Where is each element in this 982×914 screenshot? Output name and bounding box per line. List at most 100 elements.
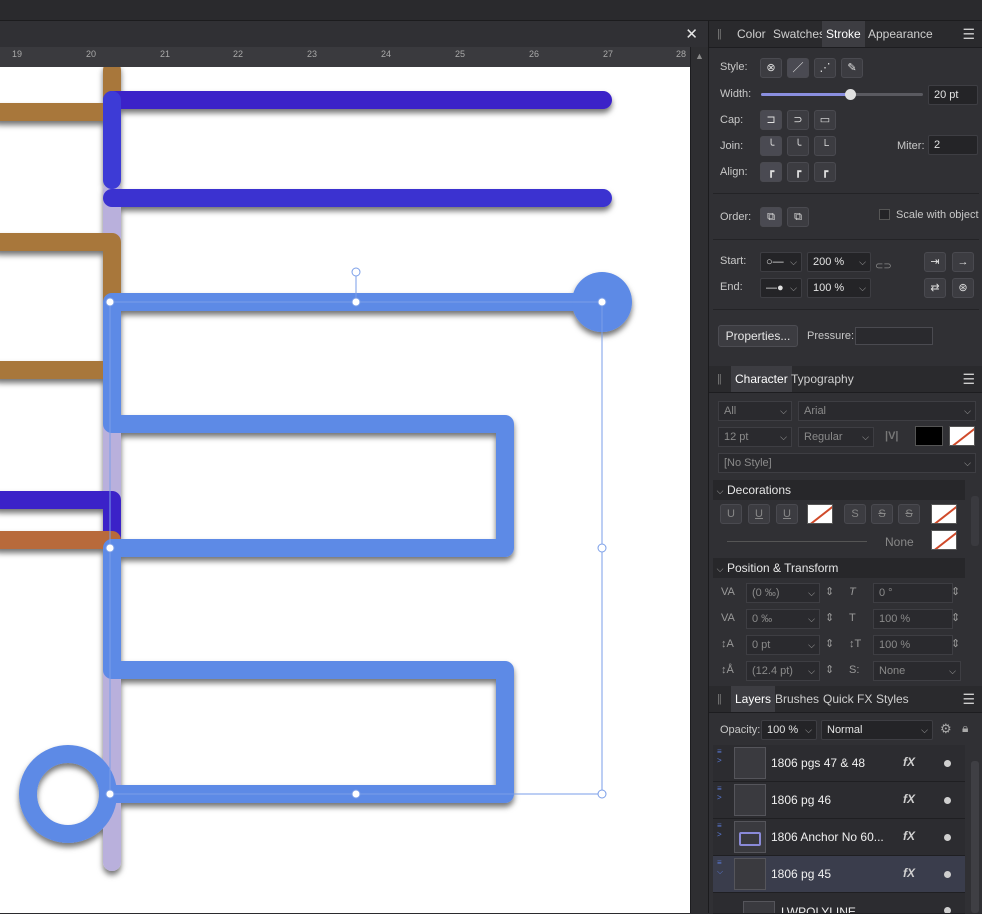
decorations-section-header[interactable]: ⌵ Decorations	[713, 480, 965, 500]
width-field[interactable]: 20 pt	[928, 85, 978, 105]
layer-expand-icon[interactable]: ≡ >	[717, 784, 722, 802]
link-arrowheads-icon[interactable]: ⊂⊃	[875, 261, 892, 272]
width-slider-thumb[interactable]	[845, 89, 856, 100]
position-transform-section-header[interactable]: ⌵ Position & Transform	[713, 558, 965, 578]
gear-icon[interactable]: ⚙	[940, 721, 952, 737]
strikethrough-color-swatch[interactable]	[931, 504, 957, 524]
underline-icon[interactable]: U	[720, 504, 742, 524]
underline-double-icon[interactable]: U	[748, 504, 770, 524]
tab-typography[interactable]: Typography	[787, 372, 858, 386]
arrowhead-reset-icon[interactable]: ⊛	[952, 278, 974, 298]
leading-field[interactable]: (12.4 pt) ⌵	[746, 661, 820, 681]
horizontal-scale-field[interactable]: 100 %	[873, 609, 953, 629]
layer-fx-icon[interactable]: fX	[903, 866, 915, 880]
layer-visibility-icon[interactable]	[944, 871, 951, 878]
scope-dropdown[interactable]: All ⌵	[718, 401, 792, 421]
layer-row[interactable]: ≡ > 1806 Anchor No 60... fX	[713, 819, 965, 856]
document-canvas[interactable]	[0, 67, 690, 913]
tab-quick-fx[interactable]: Quick FX	[819, 692, 876, 706]
layers-panel-scrollbar[interactable]	[971, 761, 979, 913]
layer-visibility-icon[interactable]	[944, 834, 951, 841]
tab-color[interactable]: Color	[733, 27, 770, 41]
miter-join-icon[interactable]: ╰	[760, 136, 782, 156]
underline-color-swatch[interactable]	[807, 504, 833, 524]
position-dropdown[interactable]: None ⌵	[873, 661, 961, 681]
strikethrough-double-icon[interactable]: S	[871, 504, 893, 524]
decoration-fill-swatch[interactable]	[931, 530, 957, 550]
butt-cap-icon[interactable]: ⊐	[760, 110, 782, 130]
layer-row-child[interactable]: LWPOLYLINE	[713, 893, 965, 914]
hscale-stepper-icon[interactable]: ⇕	[951, 611, 960, 624]
panel-grip-icon[interactable]: ||	[717, 693, 722, 705]
arrowhead-swap-icon[interactable]: ⇄	[924, 278, 946, 298]
scroll-up-arrow-icon[interactable]: ▲	[695, 51, 704, 61]
tab-layers[interactable]: Layers	[731, 686, 776, 712]
layer-row[interactable]: ≡ > 1806 pg 46 fX	[713, 782, 965, 819]
character-panel-scrollbar[interactable]	[971, 496, 979, 546]
solid-line-style-icon[interactable]: ／	[787, 58, 809, 78]
tab-styles[interactable]: Styles	[872, 692, 913, 706]
layer-fx-icon[interactable]: fX	[903, 755, 915, 769]
horizontal-ruler[interactable]: 19 20 21 22 23 24 25 26 27 28	[0, 47, 690, 68]
layer-visibility-icon[interactable]	[944, 797, 951, 804]
panel-menu-icon[interactable]: ☰	[962, 371, 975, 388]
lock-icon[interactable]: 🔒︎	[962, 721, 968, 736]
text-stroke-swatch[interactable]	[949, 426, 975, 446]
square-cap-icon[interactable]: ▭	[814, 110, 836, 130]
skew-stepper-icon[interactable]: ⇕	[951, 585, 960, 598]
baseline-stepper-icon[interactable]: ⇕	[825, 637, 834, 650]
end-scale-field[interactable]: 100 % ⌵	[807, 278, 871, 298]
stroke-front-icon[interactable]: ⧉	[787, 207, 809, 227]
round-join-icon[interactable]: ╰	[787, 136, 809, 156]
panel-grip-icon[interactable]: ||	[717, 28, 722, 40]
panel-menu-icon[interactable]: ☰	[962, 691, 975, 708]
kerning-stepper-icon[interactable]: ⇕	[825, 611, 834, 624]
round-cap-icon[interactable]: ⊃	[787, 110, 809, 130]
layer-row[interactable]: ≡ > 1806 pgs 47 & 48 fX	[713, 745, 965, 782]
brush-style-icon[interactable]: ✎	[841, 58, 863, 78]
layer-visibility-icon[interactable]	[944, 760, 951, 767]
tab-character[interactable]: Character	[731, 366, 792, 392]
layer-row-selected[interactable]: ≡ ⌵ 1806 pg 45 fX	[713, 856, 965, 893]
dashed-line-style-icon[interactable]: ⋰	[814, 58, 836, 78]
no-stroke-style-icon[interactable]: ⊗	[760, 58, 782, 78]
text-style-dropdown[interactable]: [No Style] ⌵	[718, 453, 976, 473]
layer-expand-icon[interactable]: ≡ ⌵	[717, 858, 723, 876]
miter-field[interactable]: 2	[928, 135, 978, 155]
font-size-dropdown[interactable]: 12 pt ⌵	[718, 427, 792, 447]
start-arrowhead-dropdown[interactable]: ○— ⌵	[760, 252, 802, 272]
align-outside-icon[interactable]: ┏	[814, 162, 836, 182]
opacity-field[interactable]: 100 % ⌵	[761, 720, 817, 740]
stroke-behind-icon[interactable]: ⧉	[760, 207, 782, 227]
text-fill-swatch[interactable]	[915, 426, 943, 446]
scale-with-object-checkbox[interactable]	[879, 209, 890, 220]
blend-mode-dropdown[interactable]: Normal ⌵	[821, 720, 933, 740]
skew-field[interactable]: 0 °	[873, 583, 953, 603]
panel-grip-icon[interactable]: ||	[717, 373, 722, 385]
align-inside-icon[interactable]: ┏	[787, 162, 809, 182]
pressure-graph[interactable]	[855, 327, 933, 345]
end-arrowhead-dropdown[interactable]: —● ⌵	[760, 278, 802, 298]
canvas-vertical-scrollbar[interactable]: ▲	[690, 47, 709, 913]
vscale-stepper-icon[interactable]: ⇕	[951, 637, 960, 650]
kerning-field[interactable]: 0 ‰ ⌵	[746, 609, 820, 629]
font-weight-dropdown[interactable]: Regular ⌵	[798, 427, 874, 447]
tracking-stepper-icon[interactable]: ⇕	[825, 585, 834, 598]
vertical-scale-field[interactable]: 100 %	[873, 635, 953, 655]
layer-fx-icon[interactable]: fX	[903, 792, 915, 806]
arrow-placement-icon[interactable]: →	[952, 252, 974, 272]
layer-expand-icon[interactable]: ≡ >	[717, 747, 722, 765]
close-document-icon[interactable]: ✕	[685, 25, 698, 43]
layer-expand-icon[interactable]: ≡ >	[717, 821, 722, 839]
bevel-join-icon[interactable]: └	[814, 136, 836, 156]
align-center-icon[interactable]: ┏	[760, 162, 782, 182]
width-slider-track[interactable]	[761, 89, 923, 100]
panel-menu-icon[interactable]: ☰	[962, 26, 975, 43]
strikethrough-style-icon[interactable]: S	[898, 504, 920, 524]
layer-fx-icon[interactable]: fX	[903, 829, 915, 843]
strikethrough-icon[interactable]: S	[844, 504, 866, 524]
baseline-field[interactable]: 0 pt ⌵	[746, 635, 820, 655]
tracking-field[interactable]: (0 ‰) ⌵	[746, 583, 820, 603]
tab-swatches[interactable]: Swatches	[769, 27, 829, 41]
tab-stroke[interactable]: Stroke	[822, 21, 865, 47]
